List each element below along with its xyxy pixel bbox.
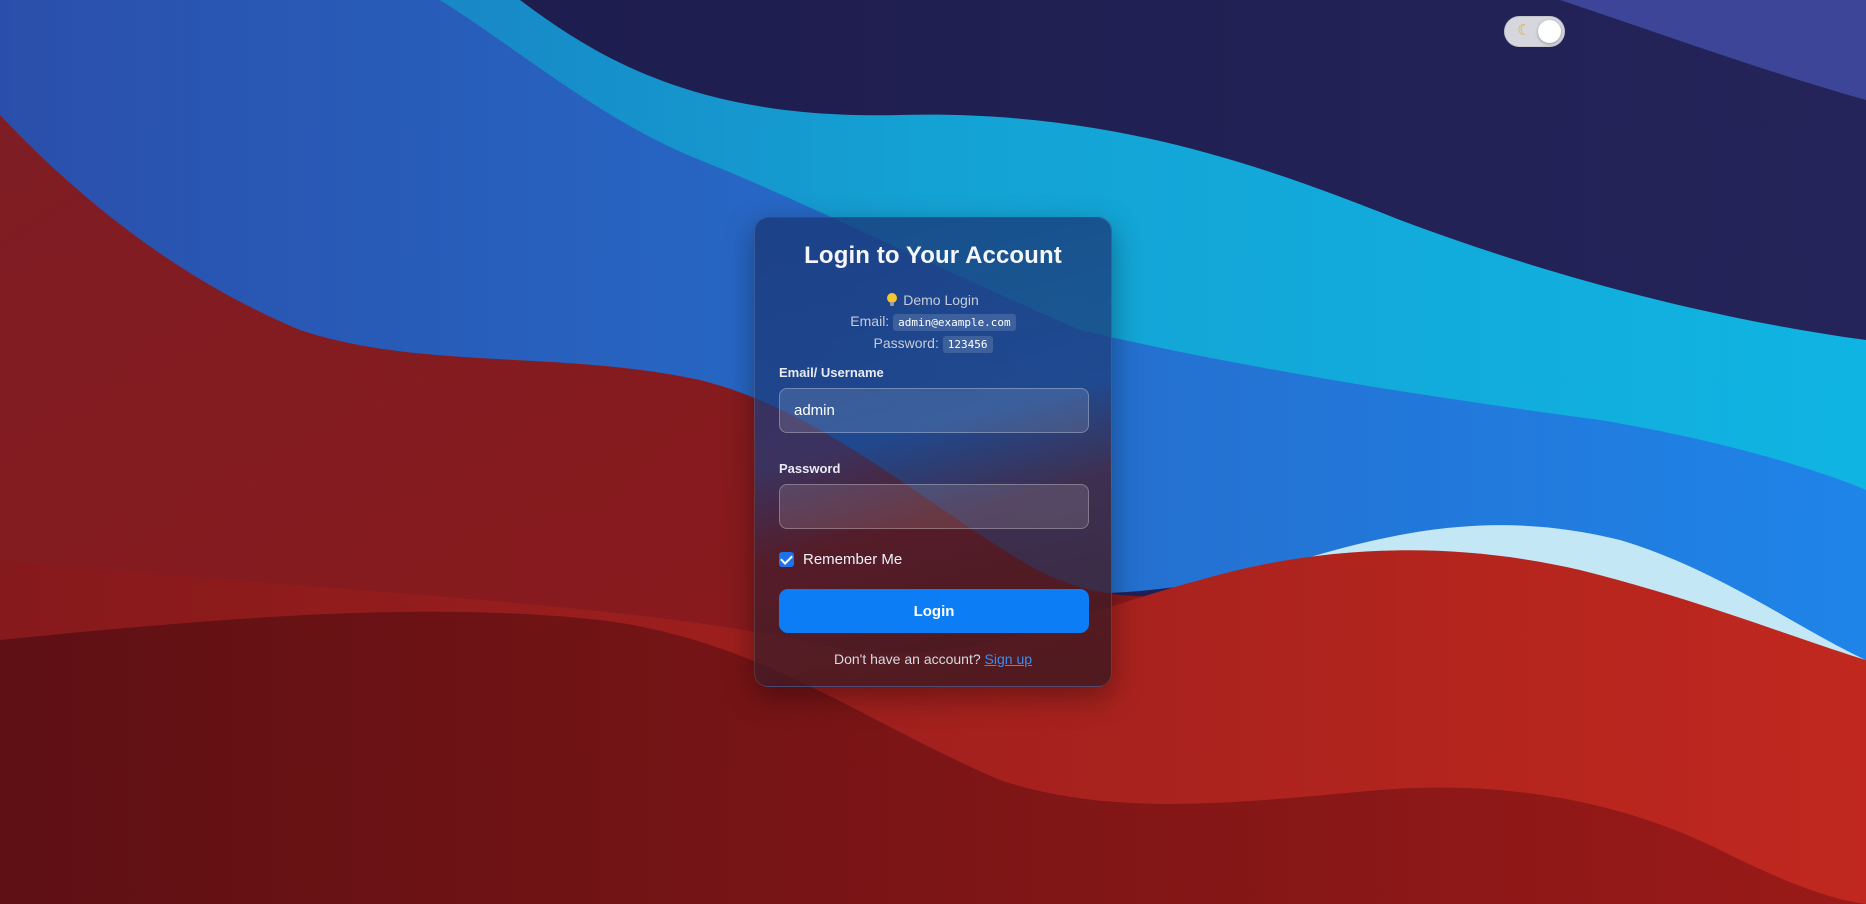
- demo-heading: Demo Login: [903, 292, 979, 308]
- email-input[interactable]: [779, 388, 1089, 433]
- page-title: Login to Your Account: [804, 242, 1062, 269]
- signup-prompt: Don't have an account?: [833, 651, 981, 667]
- demo-password-label: Password:: [873, 335, 939, 351]
- toggle-knob: [1538, 20, 1561, 43]
- page: ☾ Login to Your Account Demo Login Email…: [0, 0, 1866, 904]
- demo-email-value: admin@example.com: [893, 314, 1016, 331]
- theme-toggle[interactable]: ☾: [1504, 16, 1565, 47]
- demo-email-label: Email:: [850, 313, 890, 329]
- email-label: Email/ Username: [779, 365, 884, 380]
- remember-checkbox[interactable]: [779, 551, 794, 567]
- demo-email-row: Email: admin@example.com: [779, 311, 1087, 333]
- login-card: Login to Your Account Demo Login Email: …: [754, 217, 1112, 687]
- demo-password-row: Password: 123456: [779, 333, 1087, 355]
- moon-icon: ☾: [1517, 22, 1531, 39]
- remember-row: Remember Me: [779, 549, 1087, 569]
- password-input[interactable]: [779, 484, 1089, 529]
- login-button[interactable]: Login: [779, 589, 1089, 633]
- signup-link[interactable]: Sign up: [985, 651, 1032, 667]
- password-label: Password: [779, 461, 841, 476]
- demo-heading-row: Demo Login: [779, 290, 1087, 311]
- checkmark-icon: [780, 551, 793, 565]
- demo-password-value: 123456: [942, 336, 993, 353]
- remember-label[interactable]: Remember Me: [803, 551, 902, 568]
- lightbulb-icon: [887, 293, 898, 306]
- signup-row: Don't have an account? Sign up: [779, 651, 1087, 667]
- demo-credentials: Demo Login Email: admin@example.com Pass…: [779, 290, 1087, 355]
